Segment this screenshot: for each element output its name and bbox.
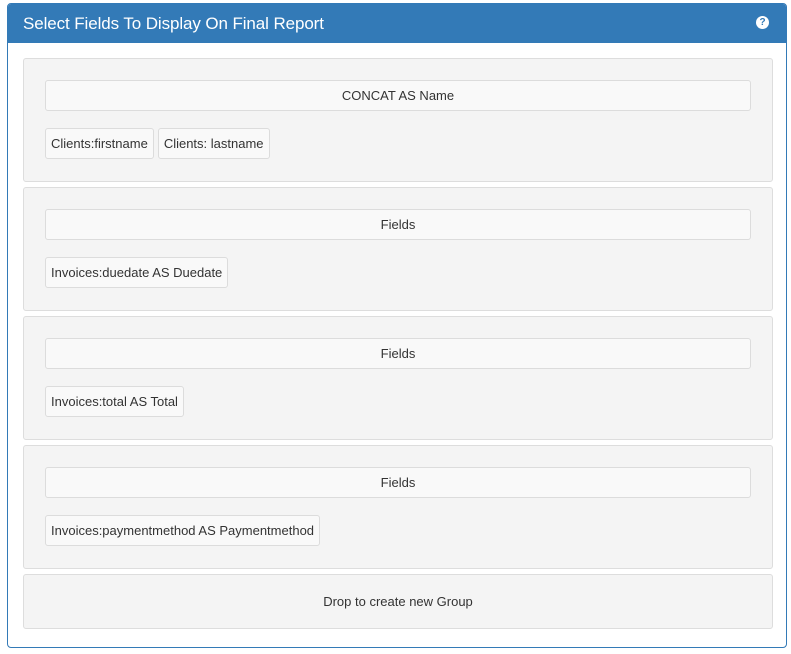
report-fields-panel: Select Fields To Display On Final Report… [7, 3, 787, 648]
question-circle-icon[interactable]: ? [756, 16, 769, 29]
field-chip[interactable]: Invoices:total AS Total [45, 386, 184, 417]
panel-title: Select Fields To Display On Final Report [23, 14, 324, 33]
field-list: Invoices:duedate AS Duedate [45, 257, 232, 288]
group-header[interactable]: CONCAT AS Name [45, 80, 751, 111]
field-list: Invoices:paymentmethod AS Paymentmethod [45, 515, 324, 546]
field-chip[interactable]: Invoices:duedate AS Duedate [45, 257, 229, 288]
field-list: Invoices:total AS Total [45, 386, 188, 417]
panel-heading: Select Fields To Display On Final Report… [8, 4, 786, 43]
group-header[interactable]: Fields [45, 209, 751, 240]
field-group-2: Fields Invoices:duedate AS Duedate [23, 187, 773, 311]
field-group-3: Fields Invoices:total AS Total [23, 316, 773, 440]
field-chip[interactable]: Clients: lastname [157, 128, 270, 159]
field-chip[interactable]: Invoices:paymentmethod AS Paymentmethod [45, 515, 321, 546]
field-chip[interactable]: Clients:firstname [45, 128, 154, 159]
field-group-4: Fields Invoices:paymentmethod AS Payment… [23, 445, 773, 569]
new-group-drop-zone[interactable]: Drop to create new Group [23, 574, 773, 629]
field-list: Clients:firstname Clients: lastname [45, 128, 274, 159]
field-group-1: CONCAT AS Name Clients:firstname Clients:… [23, 58, 773, 182]
group-header[interactable]: Fields [45, 338, 751, 369]
group-header[interactable]: Fields [45, 467, 751, 498]
